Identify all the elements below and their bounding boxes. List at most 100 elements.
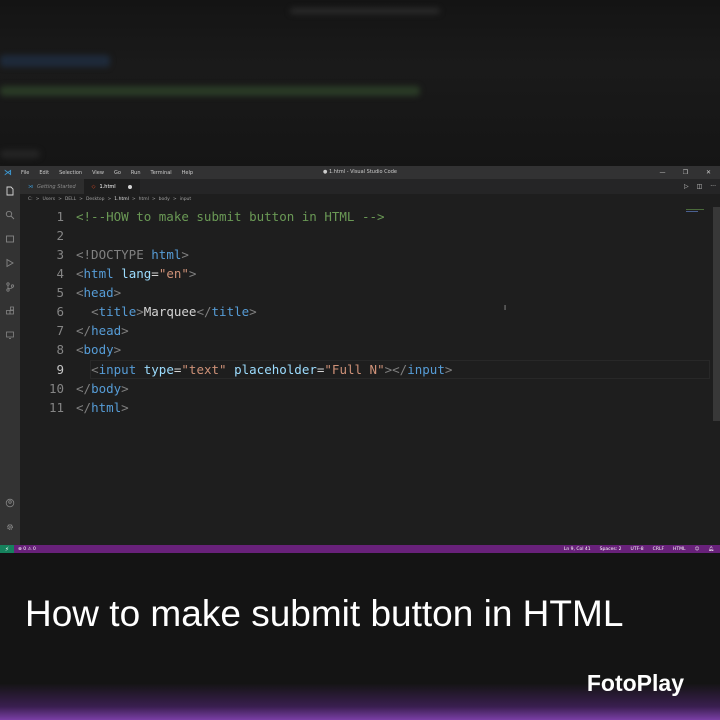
code-tag: body — [91, 381, 122, 396]
line-number: 7 — [56, 323, 64, 338]
gear-icon[interactable] — [4, 521, 16, 533]
editor-actions: ▷ ◫ ··· — [684, 179, 716, 194]
line-number: 10 — [48, 381, 64, 396]
feedback-icon[interactable]: ☺ — [695, 547, 700, 552]
menu-file[interactable]: File — [16, 170, 34, 176]
code-tag: html — [91, 400, 122, 415]
chevron-right-icon: > — [79, 196, 83, 202]
vscode-icon: ⋊ — [28, 183, 33, 190]
code-line: 1 <!--HOW to make submit button in HTML … — [20, 207, 710, 226]
line-number: 3 — [56, 247, 64, 262]
problems-indicator[interactable]: ⊗ 0 ⚠ 0 — [18, 547, 36, 552]
code-string: "text" — [181, 362, 227, 377]
language-mode[interactable]: HTML — [673, 547, 686, 552]
code-bracket: </ — [76, 381, 92, 396]
unsaved-dot-icon[interactable] — [127, 184, 132, 189]
code-line: 2 — [20, 226, 710, 245]
code-attribute: type — [136, 362, 174, 377]
account-icon[interactable] — [4, 497, 16, 509]
code-bracket: > — [113, 342, 122, 357]
code-bracket: > — [121, 381, 129, 396]
code-tag: input — [98, 362, 137, 377]
code-line-current: 9 <input type="text" placeholder="Full N… — [20, 360, 710, 379]
chevron-right-icon: > — [35, 196, 40, 202]
code-doctype: <!DOCTYPE — [76, 247, 152, 262]
code-bracket: > — [249, 304, 257, 319]
restore-icon[interactable]: ❐ — [674, 166, 697, 179]
code-bracket: < — [76, 342, 84, 357]
cursor-position[interactable]: Ln 9, Col 41 — [564, 547, 591, 552]
code-line: 7 </head> — [20, 321, 710, 340]
line-ending[interactable]: CRLF — [653, 547, 664, 552]
code-bracket: </ — [392, 362, 408, 377]
code-bracket: > — [444, 362, 453, 377]
code-attribute: placeholder — [226, 362, 317, 377]
line-number: 2 — [56, 228, 64, 243]
encoding[interactable]: UTF-8 — [631, 547, 644, 552]
remote-icon[interactable]: ⚡ — [0, 545, 14, 553]
menu-view[interactable]: View — [87, 170, 109, 176]
breadcrumb-item[interactable]: body — [159, 197, 170, 202]
line-number: 6 — [56, 304, 64, 319]
code-bracket: > — [136, 304, 144, 319]
chevron-right-icon: > — [58, 196, 62, 202]
code-bracket: > — [121, 400, 129, 415]
split-editor-icon[interactable]: ◫ — [697, 183, 703, 190]
title-bar: ⋊ File Edit Selection View Go Run Termin… — [0, 166, 720, 179]
breadcrumb-item[interactable]: input — [180, 197, 192, 202]
breadcrumb-item[interactable]: Users — [42, 197, 55, 202]
run-debug-icon[interactable] — [4, 257, 16, 269]
remote-explorer-icon[interactable] — [4, 329, 16, 341]
code-line: 6 <title>Marquee</title> — [20, 302, 710, 321]
tab-label: 1.html — [99, 183, 116, 190]
explorer-icon[interactable] — [4, 185, 16, 197]
breadcrumb-item[interactable]: Desktop — [86, 197, 105, 202]
code-line: 4 <html lang="en"> — [20, 264, 710, 283]
chevron-right-icon: > — [107, 196, 112, 202]
code-bracket: </ — [76, 323, 92, 338]
code-tag: head — [91, 323, 122, 338]
code-line: 11 </html> — [20, 398, 710, 417]
breadcrumb-item[interactable]: 1.html — [114, 197, 129, 202]
breadcrumb-item[interactable]: html — [139, 197, 149, 202]
git-branch-icon[interactable] — [4, 281, 16, 293]
mouse-cursor-icon: I — [504, 304, 507, 312]
breadcrumb: C: > Users > DELL > Desktop > 1.html > h… — [20, 194, 720, 204]
activity-bar — [0, 179, 20, 545]
watermark-logo: FotoPlay — [586, 670, 684, 696]
blurred-background — [0, 0, 720, 166]
line-number: 9 — [56, 362, 64, 377]
run-icon[interactable]: ▷ — [684, 183, 689, 190]
minimap[interactable] — [686, 208, 710, 214]
search-icon[interactable] — [4, 209, 16, 221]
code-equals: = — [151, 266, 159, 281]
code-tag: head — [83, 285, 114, 300]
code-bracket: > — [113, 285, 122, 300]
menu-go[interactable]: Go — [109, 170, 126, 176]
chevron-right-icon: > — [172, 196, 177, 202]
tab-1-html[interactable]: ◇ 1.html — [83, 179, 140, 194]
close-icon[interactable]: ✕ — [697, 166, 720, 179]
breadcrumb-item[interactable]: DELL — [65, 197, 76, 202]
code-editor[interactable]: 1 <!--HOW to make submit button in HTML … — [20, 207, 710, 537]
code-bracket: > — [121, 323, 129, 338]
extensions-icon[interactable] — [4, 305, 16, 317]
menu-selection[interactable]: Selection — [54, 170, 87, 176]
menu-terminal[interactable]: Terminal — [146, 170, 177, 176]
more-actions-icon[interactable]: ··· — [710, 183, 716, 190]
menu-run[interactable]: Run — [126, 170, 146, 176]
window-controls: — ❐ ✕ — [651, 166, 720, 179]
tab-getting-started[interactable]: ⋊ Getting Started — [20, 179, 84, 194]
menu-help[interactable]: Help — [177, 170, 198, 176]
minimize-icon[interactable]: — — [651, 166, 674, 179]
code-line: 10 </body> — [20, 379, 710, 398]
menu-edit[interactable]: Edit — [34, 170, 54, 176]
code-bracket: < — [91, 304, 99, 319]
source-control-icon[interactable] — [4, 233, 16, 245]
breadcrumb-item[interactable]: C: — [28, 197, 33, 202]
vertical-scrollbar[interactable] — [713, 207, 720, 421]
code-string: "Full N" — [324, 362, 385, 377]
indentation[interactable]: Spaces: 2 — [600, 547, 622, 552]
bell-icon[interactable]: 🔔︎ — [708, 547, 714, 552]
line-number: 8 — [56, 342, 64, 357]
